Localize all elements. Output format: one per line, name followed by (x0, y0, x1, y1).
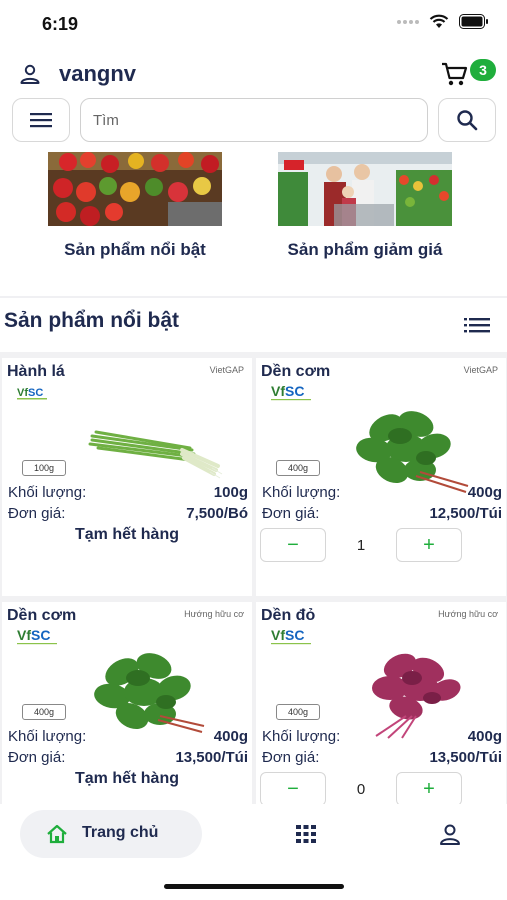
product-image (88, 430, 223, 479)
search-input[interactable] (80, 98, 428, 142)
category-strip: Sản phẩm nổi bật Sản phẩm giảm giá (0, 152, 507, 292)
section-title: Sản phẩm nổi bật (4, 309, 180, 332)
quantity-decrease-button[interactable]: − (260, 528, 326, 562)
quantity-value: 0 (356, 781, 366, 798)
product-image (356, 411, 469, 493)
nav-home-tab[interactable]: Trang chủ (20, 810, 202, 858)
price-value: 13,500/Túi (175, 749, 248, 766)
price-value: 12,500/Túi (429, 505, 502, 522)
price-label: Đơn giá: (262, 749, 320, 766)
category-featured-label: Sản phẩm nổi bật (64, 240, 206, 259)
search-row (0, 98, 507, 144)
vfsc-logo: VfSC (271, 385, 311, 401)
product-image (372, 653, 461, 739)
price-value: 7,500/Bó (186, 505, 248, 522)
svg-text:VfSC: VfSC (271, 629, 304, 643)
product-weight-box: 400g (22, 704, 66, 720)
weight-label: Khối lượng: (262, 728, 341, 745)
hamburger-icon (30, 113, 52, 128)
battery-icon (459, 14, 489, 29)
quantity-increase-button[interactable]: + (396, 772, 462, 804)
quantity-decrease-button[interactable]: − (260, 772, 326, 804)
quantity-value: 1 (356, 537, 366, 554)
status-icons (397, 14, 489, 29)
vfsc-logo: VfSC (17, 629, 57, 645)
category-featured-image (48, 152, 222, 226)
product-tag: VietGAP (463, 365, 498, 375)
product-tag: Hướng hữu cơ (438, 609, 498, 619)
weight-value: 100g (213, 484, 248, 501)
search-icon (457, 110, 478, 131)
weight-label: Khối lượng: (8, 484, 87, 501)
price-value: 13,500/Túi (429, 749, 502, 766)
product-name: Dền cơm (7, 607, 77, 624)
home-icon (47, 824, 67, 844)
weight-label: Khối lượng: (8, 728, 87, 745)
svg-text:VfSC: VfSC (271, 385, 304, 399)
product-grid: Hành lá VietGAP VfSC 100g Khối lượng: 10… (0, 352, 507, 804)
price-label: Đơn giá: (262, 505, 320, 522)
product-name: Dền đỏ (261, 607, 316, 624)
price-row: Đơn giá: 12,500/Túi (262, 505, 502, 522)
section-header: Sản phẩm nổi bật (0, 304, 507, 344)
grid-icon[interactable] (294, 824, 318, 844)
svg-text:VfSC: VfSC (17, 629, 50, 643)
section-divider (0, 296, 507, 298)
product-card[interactable]: Dền cơm VietGAP VfSC 400g Khối lượng: 40… (256, 358, 506, 596)
price-row: Đơn giá: 7,500/Bó (8, 505, 248, 522)
cart-icon[interactable] (440, 60, 470, 88)
category-discount-label: Sản phẩm giảm giá (287, 240, 443, 259)
weight-row: Khối lượng: 400g (262, 484, 502, 501)
status-time: 6:19 (42, 14, 79, 34)
profile-icon[interactable] (438, 822, 462, 846)
home-indicator (164, 884, 344, 889)
product-weight-box: 400g (276, 460, 320, 476)
price-row: Đơn giá: 13,500/Túi (262, 749, 502, 766)
vfsc-logo: VfSC (271, 629, 311, 645)
weight-value: 400g (213, 728, 248, 745)
product-card[interactable]: Hành lá VietGAP VfSC 100g Khối lượng: 10… (2, 358, 252, 596)
weight-row: Khối lượng: 400g (8, 728, 248, 745)
weight-label: Khối lượng: (262, 484, 341, 501)
weight-row: Khối lượng: 100g (8, 484, 248, 501)
product-weight-box: 100g (22, 460, 66, 476)
product-name: Dền cơm (261, 363, 331, 380)
app-header: vangnv 3 (0, 52, 507, 96)
svg-text:VfSC: VfSC (17, 387, 43, 399)
out-of-stock-label: Tạm hết hàng (74, 526, 179, 543)
category-featured[interactable]: Sản phẩm nổi bật (35, 152, 235, 272)
product-weight-box: 400g (276, 704, 320, 720)
status-bar: 6:19 (0, 0, 507, 50)
price-label: Đơn giá: (8, 505, 66, 522)
signal-icon (397, 19, 419, 24)
list-view-icon[interactable] (464, 316, 490, 334)
out-of-stock-label: Tạm hết hàng (74, 770, 179, 787)
price-row: Đơn giá: 13,500/Túi (8, 749, 248, 766)
product-tag: Hướng hữu cơ (184, 609, 244, 619)
vfsc-logo: VfSC (17, 387, 47, 400)
cart-count-badge: 3 (470, 59, 496, 81)
product-name: Hành lá (7, 363, 65, 380)
user-icon[interactable] (18, 62, 42, 86)
weight-value: 400g (467, 484, 502, 501)
nav-home-label: Trang chủ (82, 824, 159, 841)
weight-row: Khối lượng: 400g (262, 728, 502, 745)
weight-value: 400g (467, 728, 502, 745)
search-button[interactable] (438, 98, 496, 142)
wifi-icon (429, 14, 449, 29)
category-discount[interactable]: Sản phẩm giảm giá (265, 152, 465, 272)
product-card[interactable]: Dền cơm Hướng hữu cơ VfSC 400g Khối lượn… (2, 602, 252, 804)
quantity-increase-button[interactable]: + (396, 528, 462, 562)
product-tag: VietGAP (209, 365, 244, 375)
category-discount-image (278, 152, 452, 226)
price-label: Đơn giá: (8, 749, 66, 766)
product-card[interactable]: Dền đỏ Hướng hữu cơ VfSC 400g Khối lượng… (256, 602, 506, 804)
username: vangnv (59, 61, 137, 86)
product-image (94, 653, 205, 733)
menu-button[interactable] (12, 98, 70, 142)
